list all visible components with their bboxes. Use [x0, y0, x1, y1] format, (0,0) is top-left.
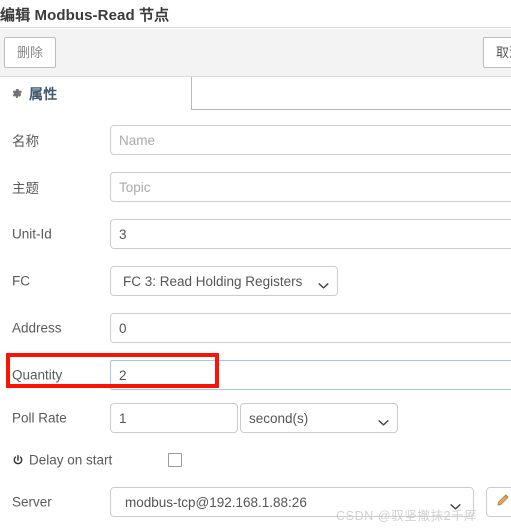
tab-bar: 属性	[0, 77, 511, 110]
form-row-unit-id: Unit-Id 3	[0, 214, 511, 254]
modbus-read-node-dialog: 编辑 Modbus-Read 节点 删除 取消 属性 名称 Name 主题 To…	[0, 0, 511, 529]
page-title: 编辑 Modbus-Read 节点	[0, 7, 170, 24]
fc-label: FC	[12, 273, 30, 289]
form-row-address: Address 0	[0, 308, 511, 348]
form-row-quantity: Quantity 2	[0, 355, 511, 395]
chevron-down-icon	[450, 499, 461, 510]
cancel-button[interactable]: 取消	[483, 37, 511, 68]
tab-properties-label: 属性	[29, 85, 58, 102]
pencil-icon	[495, 493, 510, 511]
address-label: Address	[12, 320, 62, 336]
address-input[interactable]: 0	[110, 313, 511, 343]
form-row-fc: FC FC 3: Read Holding Registers	[0, 261, 511, 301]
poll-rate-unit-select[interactable]: second(s)	[240, 403, 398, 433]
form-row-delay-on-start: Delay on start	[0, 440, 511, 480]
form-row-topic: 主题 Topic	[0, 167, 511, 207]
name-label: 名称	[12, 134, 39, 149]
server-label: Server	[12, 494, 52, 510]
unit-id-label: Unit-Id	[12, 226, 52, 242]
chevron-down-icon	[378, 415, 389, 426]
topic-label: 主题	[12, 181, 39, 196]
server-edit-button[interactable]	[486, 487, 511, 517]
gear-icon	[10, 87, 23, 100]
server-select-value: modbus-tcp@192.168.1.88:26	[125, 494, 307, 510]
dialog-header: 编辑 Modbus-Read 节点	[0, 0, 511, 28]
form-row-poll-rate: Poll Rate 1 second(s)	[0, 398, 511, 438]
power-icon	[12, 454, 24, 466]
fc-select-value: FC 3: Read Holding Registers	[123, 273, 303, 289]
quantity-label: Quantity	[12, 367, 63, 383]
poll-rate-input[interactable]: 1	[110, 403, 238, 433]
topic-input[interactable]: Topic	[110, 172, 511, 202]
delete-button[interactable]: 删除	[4, 37, 56, 68]
poll-rate-label: Poll Rate	[12, 410, 67, 426]
unit-id-input[interactable]: 3	[110, 219, 511, 249]
server-select[interactable]: modbus-tcp@192.168.1.88:26	[110, 487, 474, 517]
form-row-server: Server modbus-tcp@192.168.1.88:26	[0, 482, 511, 522]
chevron-down-icon	[318, 278, 329, 289]
dialog-toolbar: 删除 取消	[0, 29, 511, 77]
delay-on-start-label: Delay on start	[29, 452, 113, 468]
form-row-name: 名称 Name	[0, 120, 511, 160]
delay-on-start-label-group: Delay on start	[12, 453, 112, 468]
fc-select[interactable]: FC 3: Read Holding Registers	[110, 266, 338, 296]
delay-on-start-checkbox[interactable]	[168, 453, 182, 467]
tab-properties[interactable]: 属性	[0, 77, 192, 110]
poll-rate-unit-value: second(s)	[249, 410, 309, 426]
name-input[interactable]: Name	[110, 125, 511, 155]
properties-form: 名称 Name 主题 Topic Unit-Id 3 FC FC 3: Read…	[0, 110, 511, 529]
quantity-input[interactable]: 2	[110, 360, 511, 390]
